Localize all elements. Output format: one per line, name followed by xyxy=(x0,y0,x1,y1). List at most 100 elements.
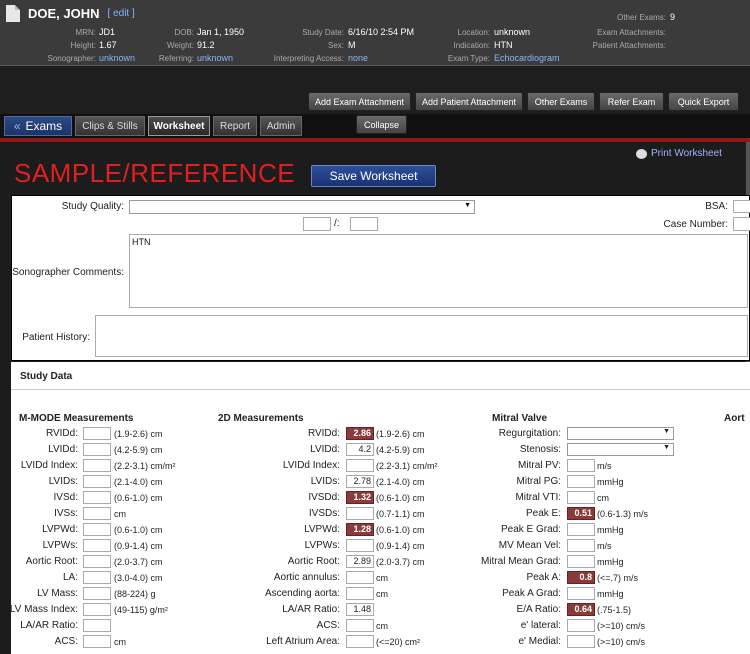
mitral-row-input[interactable]: 0.64 xyxy=(567,603,595,616)
edit-link[interactable]: [ edit ] xyxy=(108,8,135,19)
mitral-row-label: Mitral Mean Grad: xyxy=(480,556,561,567)
print-worksheet-link[interactable]: Print Worksheet xyxy=(636,148,722,159)
twod-row-input[interactable] xyxy=(346,619,374,632)
sonographer-value[interactable]: unknown xyxy=(99,53,135,63)
twod-row-input[interactable]: 1.32 xyxy=(346,491,374,504)
mmode-row-input[interactable] xyxy=(83,475,111,488)
twod-row-input[interactable]: 1.48 xyxy=(346,603,374,616)
mitral-row-input[interactable]: 0.8 xyxy=(567,571,595,584)
twod-row-input[interactable]: 2.86 xyxy=(346,427,374,440)
mmode-row-input[interactable] xyxy=(83,603,111,616)
mmode-row-input[interactable] xyxy=(83,459,111,472)
examtype-value[interactable]: Echocardiogram xyxy=(494,53,560,63)
save-worksheet-button[interactable]: Save Worksheet xyxy=(311,165,436,187)
tab-admin[interactable]: Admin xyxy=(260,116,302,136)
mmode-row-input[interactable] xyxy=(83,523,111,536)
twod-row-range: (1.9-2.6) cm xyxy=(376,429,425,439)
sex-value: M xyxy=(348,40,356,50)
patient-history-textarea[interactable] xyxy=(95,315,748,357)
refer-exam-button[interactable]: Refer Exam xyxy=(599,92,664,111)
tab-report[interactable]: Report xyxy=(213,116,257,136)
twod-row-label: ACS: xyxy=(316,620,340,631)
twod-row-input[interactable] xyxy=(346,571,374,584)
other-exams-button[interactable]: Other Exams xyxy=(527,92,595,111)
twod-row-input[interactable] xyxy=(346,635,374,648)
twod-row-range: (0.6-1.0) cm xyxy=(376,525,425,535)
sonographer-comments-textarea[interactable]: HTN xyxy=(129,234,748,308)
mmode-row-label: ACS: xyxy=(54,636,78,647)
twod-row-input[interactable] xyxy=(346,587,374,600)
date-part-input-1[interactable] xyxy=(303,217,331,231)
height-value: 1.67 xyxy=(99,40,117,50)
mitral-row-input[interactable] xyxy=(567,491,595,504)
mitral-row-input[interactable] xyxy=(567,635,595,648)
mmode-row-range: (3.0-4.0) cm xyxy=(114,573,163,583)
mitral-row-input[interactable]: 0.51 xyxy=(567,507,595,520)
twod-row-range: (2.2-3.1) cm/m² xyxy=(376,461,438,471)
mitral-row-range: mmHg xyxy=(597,525,624,535)
mitral-row-input[interactable] xyxy=(567,459,595,472)
mitral-row-select[interactable] xyxy=(567,443,674,456)
mitral-row-select[interactable] xyxy=(567,427,674,440)
mmode-row-input[interactable] xyxy=(83,619,111,632)
mmode-row-input[interactable] xyxy=(83,443,111,456)
mmode-row-range: (0.9-1.4) cm xyxy=(114,541,163,551)
mitral-row-input[interactable] xyxy=(567,475,595,488)
study-data-divider xyxy=(11,389,750,390)
mmode-row-input[interactable] xyxy=(83,427,111,440)
mitral-row-input[interactable] xyxy=(567,619,595,632)
twod-row-label: RVIDd: xyxy=(307,428,340,439)
twod-row-input[interactable]: 2.78 xyxy=(346,475,374,488)
twod-row-input[interactable]: 2.89 xyxy=(346,555,374,568)
case-number-input[interactable] xyxy=(733,217,750,231)
twod-row-range: cm xyxy=(376,621,388,631)
mmode-row-input[interactable] xyxy=(83,491,111,504)
study-quality-select[interactable] xyxy=(129,200,475,214)
mmode-row-label: LA: xyxy=(62,572,78,583)
twod-row-input[interactable] xyxy=(346,539,374,552)
mmode-row-input[interactable] xyxy=(83,507,111,520)
mmode-row-range: (0.6-1.0) cm xyxy=(114,493,163,503)
studydate-label: Study Date: xyxy=(302,28,344,37)
mmode-row-label: IVSs: xyxy=(54,508,78,519)
twod-row-label: Left Atrium Area: xyxy=(266,636,340,647)
weight-label: Weight: xyxy=(167,41,194,50)
mitral-row-input[interactable] xyxy=(567,523,595,536)
tab-exams[interactable]: « Exams xyxy=(4,116,72,136)
mitral-row-range: cm xyxy=(597,493,609,503)
patient-name: DOE, JOHN xyxy=(28,6,100,21)
twod-row-range: (2.0-3.7) cm xyxy=(376,557,425,567)
mmode-row-input[interactable] xyxy=(83,571,111,584)
printer-icon xyxy=(636,148,647,159)
mitral-row-input[interactable] xyxy=(567,555,595,568)
referring-value[interactable]: unknown xyxy=(197,53,233,63)
mitral-row-range: (<=.7) m/s xyxy=(597,573,639,583)
mitral-row-range: (>=10) cm/s xyxy=(597,637,646,647)
sex-label: Sex: xyxy=(327,41,344,50)
study-data-panel: Study Data M-MODE Measurements 2D Measur… xyxy=(10,362,750,654)
twod-row-input[interactable]: 1.28 xyxy=(346,523,374,536)
mmode-row-input[interactable] xyxy=(83,539,111,552)
twod-row-input[interactable] xyxy=(346,459,374,472)
exam-attachments-label: Exam Attachments: xyxy=(597,28,666,37)
twod-row-input[interactable]: 4.2 xyxy=(346,443,374,456)
add-patient-attachment-button[interactable]: Add Patient Attachment xyxy=(415,92,523,111)
mitral-row-label: Regurgitation: xyxy=(498,428,561,439)
interp-access-value[interactable]: none xyxy=(348,53,368,63)
mmode-row-input[interactable] xyxy=(83,555,111,568)
collapse-button[interactable]: Collapse xyxy=(356,115,407,134)
add-exam-attachment-button[interactable]: Add Exam Attachment xyxy=(308,92,411,111)
patient-attachments-label: Patient Attachments: xyxy=(592,41,666,50)
bsa-input[interactable] xyxy=(733,200,750,213)
sample-reference-banner: SAMPLE/REFERENCE xyxy=(14,158,296,188)
mitral-row-input[interactable] xyxy=(567,539,595,552)
mmode-row-input[interactable] xyxy=(83,587,111,600)
location-value: unknown xyxy=(494,27,531,37)
twod-row-input[interactable] xyxy=(346,507,374,520)
quick-export-button[interactable]: Quick Export xyxy=(668,92,739,111)
date-part-input-2[interactable] xyxy=(350,217,378,231)
tab-worksheet[interactable]: Worksheet xyxy=(148,116,210,136)
mitral-row-input[interactable] xyxy=(567,587,595,600)
tab-clips-stills[interactable]: Clips & Stills xyxy=(75,116,145,136)
mmode-row-input[interactable] xyxy=(83,635,111,648)
